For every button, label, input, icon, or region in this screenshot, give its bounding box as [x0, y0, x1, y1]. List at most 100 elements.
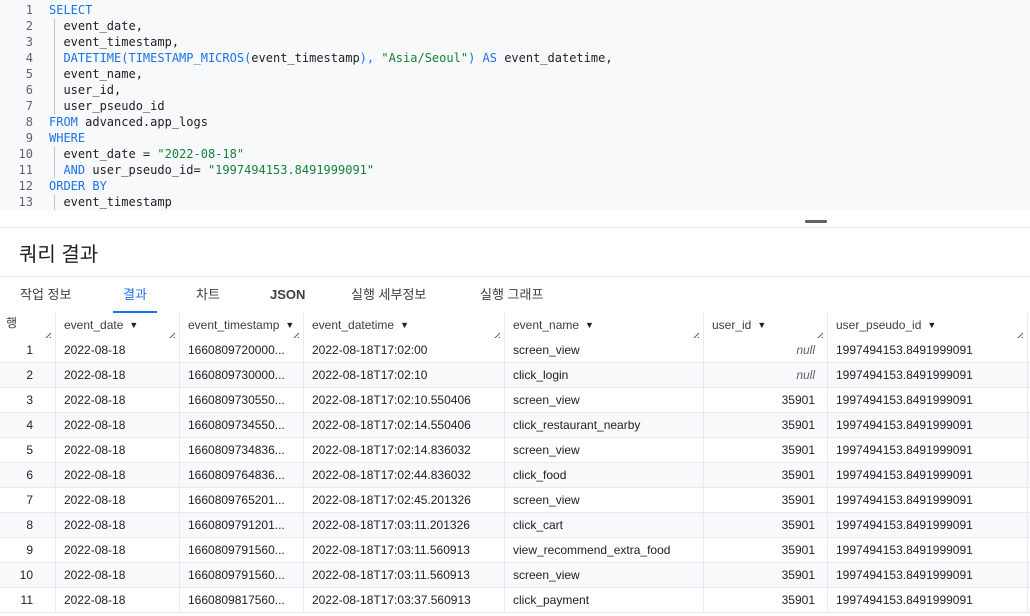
- table-row[interactable]: 5 2022-08-18 1660809734836... 2022-08-18T17…: [0, 438, 1030, 463]
- sort-caret-icon[interactable]: ▼: [927, 313, 936, 338]
- cell-event-timestamp[interactable]: 1660809734550...: [180, 413, 304, 437]
- code-line[interactable]: 13 event_timestamp: [0, 194, 1030, 210]
- column-header-event-name[interactable]: event_name ▼: [505, 313, 704, 338]
- code-line[interactable]: 4 DATETIME(TIMESTAMP_MICROS(event_timest…: [0, 50, 1030, 66]
- cell-event-date[interactable]: 2022-08-18: [56, 513, 180, 537]
- tab-5[interactable]: 실행 세부정보: [341, 277, 436, 313]
- column-resize-icon[interactable]: [491, 325, 501, 338]
- code-line[interactable]: 6 user_id,: [0, 82, 1030, 98]
- cell-user-id[interactable]: null: [704, 338, 828, 362]
- sort-caret-icon[interactable]: ▼: [757, 313, 766, 338]
- cell-event-date[interactable]: 2022-08-18: [56, 388, 180, 412]
- code-line[interactable]: 3 event_timestamp,: [0, 34, 1030, 50]
- table-row[interactable]: 1 2022-08-18 1660809720000... 2022-08-18T17…: [0, 338, 1030, 363]
- cell-event-name[interactable]: click_login: [505, 363, 704, 387]
- cell-user-pseudo-id[interactable]: 1997494153.8491999091: [828, 338, 1028, 362]
- column-header-event-datetime[interactable]: event_datetime ▼: [304, 313, 505, 338]
- cell-user-pseudo-id[interactable]: 1997494153.8491999091: [828, 513, 1028, 537]
- cell-event-name[interactable]: click_cart: [505, 513, 704, 537]
- cell-event-datetime[interactable]: 2022-08-18T17:02:45.201326: [304, 488, 505, 512]
- cell-event-date[interactable]: 2022-08-18: [56, 563, 180, 587]
- code-line[interactable]: 2 event_date,: [0, 18, 1030, 34]
- column-header-user-pseudo-id[interactable]: user_pseudo_id ▼: [828, 313, 1028, 338]
- cell-event-name[interactable]: screen_view: [505, 488, 704, 512]
- sort-caret-icon[interactable]: ▼: [129, 313, 138, 338]
- table-row[interactable]: 3 2022-08-18 1660809730550... 2022-08-18T17…: [0, 388, 1030, 413]
- code-line[interactable]: 7 user_pseudo_id: [0, 98, 1030, 114]
- cell-event-timestamp[interactable]: 1660809791201...: [180, 513, 304, 537]
- code-line[interactable]: 8 FROM advanced.app_logs: [0, 114, 1030, 130]
- cell-event-name[interactable]: screen_view: [505, 338, 704, 362]
- cell-event-timestamp[interactable]: 1660809765201...: [180, 488, 304, 512]
- cell-event-date[interactable]: 2022-08-18: [56, 463, 180, 487]
- cell-event-date[interactable]: 2022-08-18: [56, 413, 180, 437]
- code-line[interactable]: 11 AND user_pseudo_id= "1997494153.84919…: [0, 162, 1030, 178]
- column-header-event-date[interactable]: event_date ▼: [56, 313, 180, 338]
- column-resize-icon[interactable]: [166, 325, 176, 338]
- cell-event-date[interactable]: 2022-08-18: [56, 438, 180, 462]
- cell-event-name[interactable]: click_payment: [505, 588, 704, 612]
- cell-user-id[interactable]: null: [704, 363, 828, 387]
- column-resize-icon[interactable]: [1014, 325, 1024, 338]
- drag-handle-icon[interactable]: [805, 220, 827, 223]
- cell-user-pseudo-id[interactable]: 1997494153.8491999091: [828, 563, 1028, 587]
- table-row[interactable]: 8 2022-08-18 1660809791201... 2022-08-18T17…: [0, 513, 1030, 538]
- cell-user-pseudo-id[interactable]: 1997494153.8491999091: [828, 363, 1028, 387]
- cell-event-date[interactable]: 2022-08-18: [56, 338, 180, 362]
- cell-user-pseudo-id[interactable]: 1997494153.8491999091: [828, 463, 1028, 487]
- cell-event-name[interactable]: screen_view: [505, 563, 704, 587]
- cell-event-timestamp[interactable]: 1660809791560...: [180, 538, 304, 562]
- table-row[interactable]: 7 2022-08-18 1660809765201... 2022-08-18T17…: [0, 488, 1030, 513]
- tab-4[interactable]: JSON: [260, 277, 315, 313]
- cell-user-id[interactable]: 35901: [704, 538, 828, 562]
- cell-user-pseudo-id[interactable]: 1997494153.8491999091: [828, 538, 1028, 562]
- cell-event-datetime[interactable]: 2022-08-18T17:02:14.550406: [304, 413, 505, 437]
- table-row[interactable]: 9 2022-08-18 1660809791560... 2022-08-18T17…: [0, 538, 1030, 563]
- cell-user-id[interactable]: 35901: [704, 563, 828, 587]
- cell-event-timestamp[interactable]: 1660809730550...: [180, 388, 304, 412]
- tab-2[interactable]: 결과: [113, 277, 157, 313]
- column-header-user-id[interactable]: user_id ▼: [704, 313, 828, 338]
- editor-resize-bar[interactable]: [0, 211, 1030, 228]
- cell-event-timestamp[interactable]: 1660809764836...: [180, 463, 304, 487]
- cell-event-date[interactable]: 2022-08-18: [56, 488, 180, 512]
- cell-user-pseudo-id[interactable]: 1997494153.8491999091: [828, 388, 1028, 412]
- cell-event-datetime[interactable]: 2022-08-18T17:02:44.836032: [304, 463, 505, 487]
- cell-event-timestamp[interactable]: 1660809734836...: [180, 438, 304, 462]
- code-line[interactable]: 10 event_date = "2022-08-18": [0, 146, 1030, 162]
- cell-event-name[interactable]: click_restaurant_nearby: [505, 413, 704, 437]
- cell-event-date[interactable]: 2022-08-18: [56, 538, 180, 562]
- cell-event-timestamp[interactable]: 1660809720000...: [180, 338, 304, 362]
- column-resize-icon[interactable]: [42, 325, 52, 338]
- tab-6[interactable]: 실행 그래프: [470, 277, 553, 313]
- column-resize-icon[interactable]: [290, 325, 300, 338]
- cell-user-id[interactable]: 35901: [704, 488, 828, 512]
- tab-3[interactable]: 차트: [186, 277, 230, 313]
- cell-event-datetime[interactable]: 2022-08-18T17:02:10: [304, 363, 505, 387]
- cell-event-datetime[interactable]: 2022-08-18T17:03:11.560913: [304, 563, 505, 587]
- cell-event-name[interactable]: view_recommend_extra_food: [505, 538, 704, 562]
- cell-user-id[interactable]: 35901: [704, 463, 828, 487]
- cell-event-datetime[interactable]: 2022-08-18T17:03:11.560913: [304, 538, 505, 562]
- code-line[interactable]: 1 SELECT: [0, 2, 1030, 18]
- cell-event-date[interactable]: 2022-08-18: [56, 588, 180, 612]
- cell-user-id[interactable]: 35901: [704, 588, 828, 612]
- cell-event-timestamp[interactable]: 1660809791560...: [180, 563, 304, 587]
- sort-caret-icon[interactable]: ▼: [400, 313, 409, 338]
- cell-event-datetime[interactable]: 2022-08-18T17:03:37.560913: [304, 588, 505, 612]
- code-line[interactable]: 12 ORDER BY: [0, 178, 1030, 194]
- cell-user-pseudo-id[interactable]: 1997494153.8491999091: [828, 588, 1028, 612]
- cell-user-id[interactable]: 35901: [704, 388, 828, 412]
- cell-user-id[interactable]: 35901: [704, 513, 828, 537]
- cell-user-pseudo-id[interactable]: 1997494153.8491999091: [828, 438, 1028, 462]
- cell-event-datetime[interactable]: 2022-08-18T17:02:14.836032: [304, 438, 505, 462]
- table-row[interactable]: 11 2022-08-18 1660809817560... 2022-08-18T1…: [0, 588, 1030, 613]
- table-row[interactable]: 10 2022-08-18 1660809791560... 2022-08-18T1…: [0, 563, 1030, 588]
- tab-1[interactable]: 작업 정보: [10, 277, 81, 313]
- cell-event-name[interactable]: click_food: [505, 463, 704, 487]
- cell-event-date[interactable]: 2022-08-18: [56, 363, 180, 387]
- cell-event-datetime[interactable]: 2022-08-18T17:02:10.550406: [304, 388, 505, 412]
- column-header-event-timestamp[interactable]: event_timestamp ▼: [180, 313, 304, 338]
- table-row[interactable]: 4 2022-08-18 1660809734550... 2022-08-18T17…: [0, 413, 1030, 438]
- sort-caret-icon[interactable]: ▼: [585, 313, 594, 338]
